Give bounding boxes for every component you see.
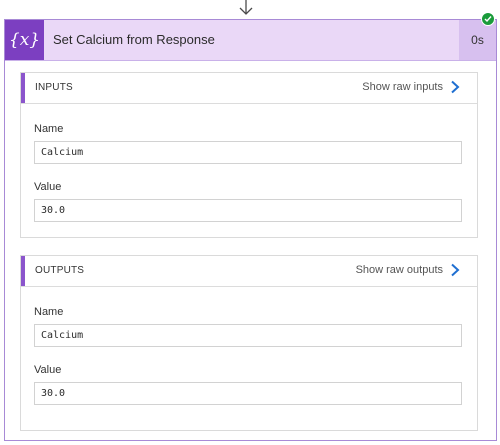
output-value-label: Value [34,364,62,376]
show-raw-inputs-label: Show raw inputs [362,81,443,93]
outputs-header: OUTPUTS Show raw outputs [21,256,477,287]
variable-icon: {x} [5,20,44,60]
action-title: Set Calcium from Response [53,32,215,47]
show-raw-outputs-label: Show raw outputs [355,264,443,276]
inputs-section: INPUTS Show raw inputs Name Calcium Valu… [20,72,478,238]
inputs-label: INPUTS [35,82,73,93]
outputs-label: OUTPUTS [35,265,85,276]
input-value-label: Value [34,181,62,193]
chevron-right-icon [451,80,460,94]
inputs-header: INPUTS Show raw inputs [21,73,477,104]
output-name-value: Calcium [34,324,462,347]
connector-arrow-icon [239,0,253,15]
action-header[interactable]: {x} Set Calcium from Response 0s [5,20,496,61]
chevron-right-icon [451,263,460,277]
outputs-section: OUTPUTS Show raw outputs Name Calcium Va… [20,255,478,431]
input-name-label: Name [34,123,64,135]
success-status-icon [481,12,495,26]
action-card: {x} Set Calcium from Response 0s INPUTS … [4,19,497,441]
output-value-value: 30.0 [34,382,462,405]
input-value-value: 30.0 [34,199,462,222]
show-raw-inputs-link[interactable]: Show raw inputs [362,80,461,94]
output-name-label: Name [34,306,64,318]
show-raw-outputs-link[interactable]: Show raw outputs [356,263,461,277]
input-name-value: Calcium [34,141,462,164]
duration-badge: 0s [459,20,496,60]
